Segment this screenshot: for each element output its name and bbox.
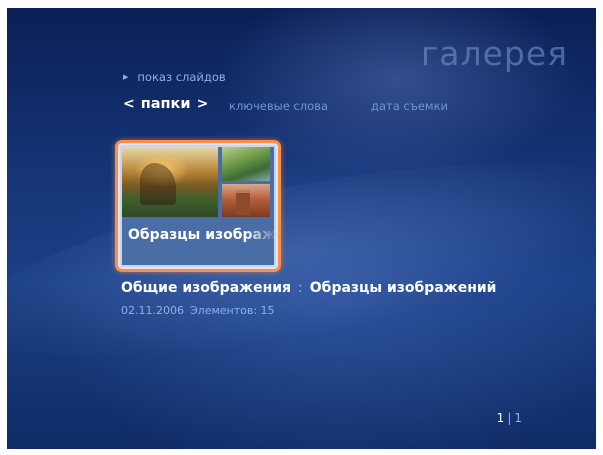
- folder-date: 02.11.2006: [121, 304, 184, 317]
- slideshow-link[interactable]: ▶ показ слайдов: [123, 70, 226, 84]
- nav-item-keywords[interactable]: ключевые слова: [229, 99, 328, 113]
- nav-item-date[interactable]: дата съемки: [371, 99, 448, 113]
- nav-item-folders[interactable]: < папки >: [123, 96, 208, 112]
- folder-path: Общие изображения: Образцы изображений: [121, 280, 496, 296]
- page-total: 1: [514, 411, 522, 425]
- folder-thumbnail: Образцы изображений: [122, 147, 278, 265]
- path-separator: :: [298, 280, 303, 296]
- nav-folders-label: папки: [140, 96, 191, 112]
- page-title: галерея: [420, 34, 568, 73]
- chevron-left-icon[interactable]: <: [123, 96, 135, 112]
- item-count: Элементов: 15: [189, 304, 275, 317]
- folder-tile[interactable]: Образцы изображений: [115, 140, 281, 272]
- play-triangle-icon: ▶: [123, 73, 129, 81]
- autumn-tree-thumbnail: [122, 147, 218, 217]
- view-navigation: < папки > ключевые слова дата съемки: [7, 96, 596, 116]
- background-wave: [7, 123, 596, 403]
- page-separator: |: [507, 411, 512, 425]
- forest-thumbnail: [222, 147, 270, 181]
- path-current: Образцы изображений: [309, 280, 497, 296]
- media-center-screen: галерея ▶ показ слайдов < папки > ключев…: [7, 8, 596, 449]
- tower-thumbnail: [222, 184, 270, 217]
- page-indicator: 1 | 1: [497, 411, 522, 425]
- page-current: 1: [496, 411, 505, 425]
- slideshow-label: показ слайдов: [137, 70, 226, 84]
- folder-tile-caption: Образцы изображений: [128, 227, 278, 243]
- folder-meta: 02.11.2006 Элементов: 15: [121, 304, 275, 317]
- chevron-right-icon[interactable]: >: [197, 96, 209, 112]
- path-parent: Общие изображения: [121, 280, 292, 296]
